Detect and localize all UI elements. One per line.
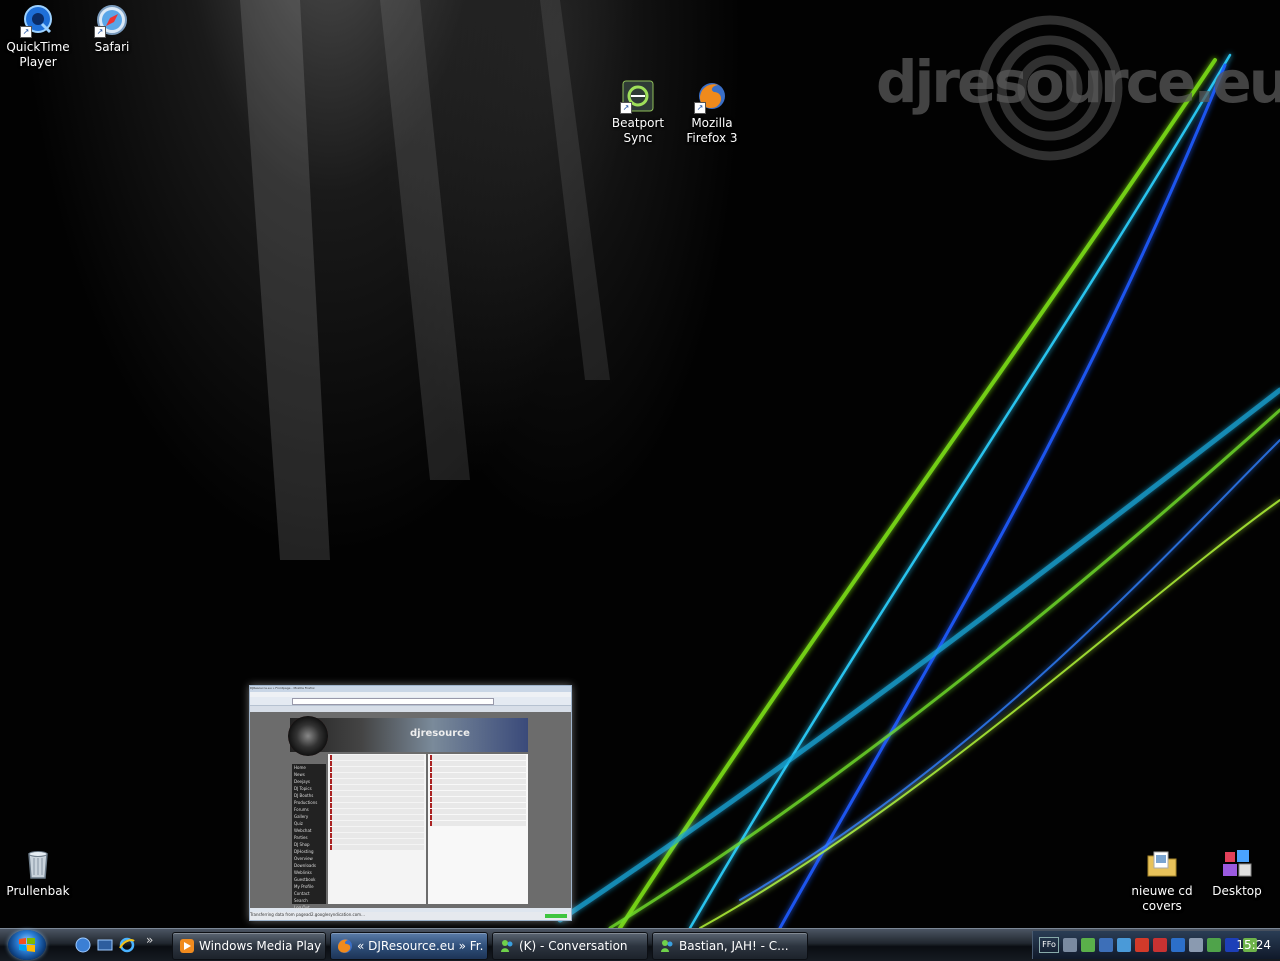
desktop-icon-desktop-folder[interactable]: Desktop — [1195, 848, 1279, 899]
preview-progress-bar — [545, 914, 567, 918]
network-icon[interactable] — [1063, 938, 1077, 952]
preview-nav-item: Webchat — [294, 828, 312, 833]
firefox-icon: ↗ — [694, 80, 728, 114]
preview-side-column — [428, 754, 528, 904]
preview-nav-item: DJ Shop — [294, 842, 310, 847]
preview-nav-item: News — [294, 772, 305, 777]
preview-nav-item: Deejays — [294, 779, 311, 784]
messenger-icon — [501, 940, 513, 952]
preview-nav-item: My Profile — [294, 884, 314, 889]
desktop-icon-label: Prullenbak — [6, 884, 70, 898]
preview-nav-item: Guestbook — [294, 877, 316, 882]
desktop-icon-cd-covers-folder[interactable]: nieuwe cd covers — [1120, 848, 1204, 914]
internet-explorer-icon[interactable] — [118, 936, 136, 954]
preview-nav-item: Forums — [294, 807, 309, 812]
desktop-icon-label: Desktop — [1212, 884, 1262, 898]
preview-banner: djresource — [288, 716, 528, 756]
preview-nav-item: DJ Booths — [294, 793, 314, 798]
switch-windows-icon[interactable] — [96, 936, 114, 954]
preview-nav-item: DJHosting — [294, 849, 314, 854]
messenger-tray-icon[interactable] — [1081, 938, 1095, 952]
preview-left-nav: Home News Deejays DJ Topics DJ Booths Product… — [292, 764, 326, 910]
desktop-icon-quicktime[interactable]: ↗ QuickTime Player — [0, 4, 80, 70]
task-label: (K) - Conversation — [519, 939, 628, 953]
shortcut-arrow-icon: ↗ — [20, 26, 32, 38]
preview-statusbar: Transferring data from pagead2.googlesyn… — [250, 912, 571, 920]
task-label: « DJResource.eu » Fr... — [357, 939, 483, 953]
task-label: Windows Media Player — [199, 939, 321, 953]
desktop-icon-label: Mozilla Firefox 3 — [686, 116, 738, 145]
shortcut-arrow-icon: ↗ — [694, 102, 706, 114]
antivirus-icon[interactable] — [1153, 938, 1167, 952]
messenger-icon — [661, 940, 673, 952]
task-firefox[interactable]: « DJResource.eu » Fr... — [330, 932, 488, 960]
preview-page: djresource Home News Deejays DJ Topics DJ Bo… — [250, 712, 571, 910]
quicklaunch-more-button[interactable]: » — [146, 933, 153, 947]
quicktime-icon: ↗ — [20, 4, 54, 38]
brand-watermark: djresource.eu — [876, 48, 1280, 116]
desktop: djresource.eu ↗ QuickTime Player ↗ Safar… — [0, 0, 1280, 928]
turntable-logo-icon — [288, 716, 328, 756]
preview-nav-item: DJ Topics — [294, 786, 312, 791]
task-conversation-bastian[interactable]: Bastian, JAH! - C... — [652, 932, 808, 960]
clock[interactable]: 15:24 — [1236, 931, 1271, 959]
preview-nav-item: Parties — [294, 835, 308, 840]
monitor-icon[interactable] — [1099, 938, 1113, 952]
shortcut-arrow-icon: ↗ — [94, 26, 106, 38]
firefox-icon — [338, 939, 352, 953]
preview-nav-item: Home — [294, 765, 306, 770]
desktop-folder-icon — [1221, 848, 1253, 880]
volume-icon[interactable] — [1189, 938, 1203, 952]
system-tray: FFo 15:24 — [1032, 931, 1280, 959]
safari-icon: ↗ — [94, 4, 128, 38]
preview-banner-text: djresource — [410, 728, 470, 739]
bluetooth-icon[interactable] — [1117, 938, 1131, 952]
desktop-icon-label: nieuwe cd covers — [1131, 884, 1193, 913]
recycle-bin-icon — [22, 848, 54, 880]
desktop-icon-label: Safari — [94, 40, 130, 54]
task-windows-media-player[interactable]: Windows Media Player — [172, 932, 326, 960]
start-button[interactable] — [8, 930, 46, 960]
preview-nav-item: Contact — [294, 891, 310, 896]
folder-icon — [1146, 848, 1178, 880]
preview-nav-item: Overview — [294, 856, 313, 861]
preview-nav-item: Productions — [294, 800, 318, 805]
show-desktop-icon[interactable] — [74, 936, 92, 954]
shortcut-arrow-icon: ↗ — [620, 102, 632, 114]
mail-icon[interactable] — [1171, 938, 1185, 952]
desktop-icon-firefox[interactable]: ↗ Mozilla Firefox 3 — [670, 80, 754, 146]
desktop-icon-safari[interactable]: ↗ Safari — [70, 4, 154, 55]
preview-nav-item: Search — [294, 898, 308, 903]
desktop-icon-label: QuickTime Player — [6, 40, 70, 69]
preview-nav-item: Quiz — [294, 821, 303, 826]
preview-main-column — [328, 754, 426, 904]
preview-nav-item: Weblinks — [294, 870, 312, 875]
security-icon[interactable] — [1135, 938, 1149, 952]
language-indicator[interactable]: FFo — [1039, 937, 1059, 953]
preview-nav-item: Log Out — [294, 905, 310, 910]
preview-navbar — [250, 697, 571, 706]
taskbar: » Windows Media Player « DJResource.eu »… — [0, 928, 1280, 961]
firefox-window-preview[interactable]: DJResource.eu » Frontpage - Mozilla Fire… — [249, 685, 572, 921]
desktop-icon-label: Beatport Sync — [611, 116, 665, 145]
preview-nav-item: Gallery — [294, 814, 309, 819]
beatport-sync-icon: ↗ — [620, 80, 654, 114]
desktop-icon-beatport-sync[interactable]: ↗ Beatport Sync — [596, 80, 680, 146]
task-conversation-k[interactable]: (K) - Conversation — [492, 932, 648, 960]
preview-address-bar — [292, 698, 494, 705]
desktop-icon-recycle-bin[interactable]: Prullenbak — [0, 848, 80, 899]
task-label: Bastian, JAH! - C... — [679, 939, 789, 953]
safely-remove-icon[interactable] — [1207, 938, 1221, 952]
windows-media-player-icon — [180, 939, 194, 953]
preview-nav-item: Downloads — [294, 863, 316, 868]
windows-logo-icon — [19, 938, 35, 952]
